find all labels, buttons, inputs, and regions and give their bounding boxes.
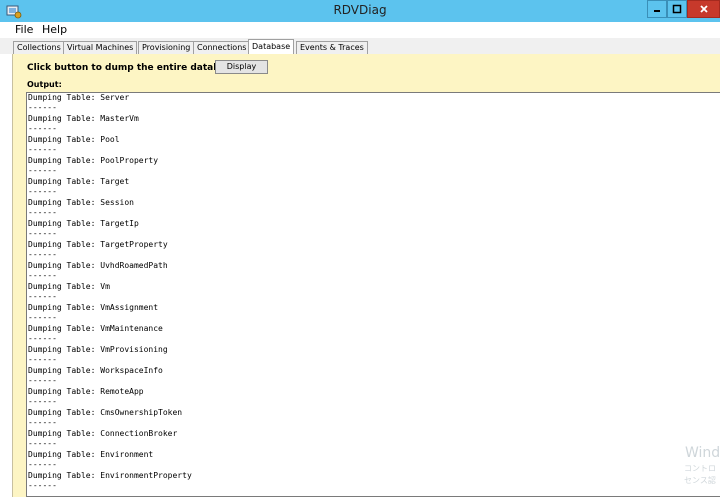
output-line: Dumping Table: Target — [28, 177, 130, 186]
tab-virtual-machines[interactable]: Virtual Machines — [63, 41, 138, 54]
activation-watermark-line: センス認 — [684, 476, 716, 485]
window-title: RDVDiag — [333, 3, 387, 17]
tab-collections[interactable]: Collections — [13, 41, 65, 54]
output-line: ------ — [28, 187, 57, 196]
output-line: Dumping Table: WorkspaceInfo — [28, 366, 163, 375]
minimize-button[interactable] — [647, 0, 667, 18]
activation-watermark-line: コントロ — [684, 464, 716, 473]
close-icon — [699, 5, 708, 13]
menu-file[interactable]: File — [15, 23, 33, 36]
output-textbox[interactable]: Dumping Table: Server ------ Dumping Tab… — [26, 92, 720, 497]
output-line: ------ — [28, 292, 57, 301]
output-line: Dumping Table: UvhdRoamedPath — [28, 261, 168, 270]
activation-watermark-title: Wind — [685, 445, 720, 461]
menu-help[interactable]: Help — [42, 23, 67, 36]
output-line: Dumping Table: TargetProperty — [28, 240, 168, 249]
output-line: ------ — [28, 334, 57, 343]
tab-database[interactable]: Database — [248, 39, 295, 54]
dump-prompt: Click button to dump the entire database — [27, 63, 238, 73]
output-line: Dumping Table: ConnectionBroker — [28, 429, 178, 438]
maximize-button[interactable] — [667, 0, 687, 18]
output-line: ------ — [28, 124, 57, 133]
output-line: ------ — [28, 355, 57, 364]
output-line: ------ — [28, 418, 57, 427]
output-line: Dumping Table: Session — [28, 198, 134, 207]
close-button[interactable] — [687, 0, 720, 18]
output-line: Dumping Table: MasterVm — [28, 114, 139, 123]
output-line: Dumping Table: VmAssignment — [28, 303, 159, 312]
output-line: ------ — [28, 250, 57, 259]
output-line: Dumping Table: VmMaintenance — [28, 324, 163, 333]
output-line: Dumping Table: PoolProperty — [28, 156, 159, 165]
output-line: ------ — [28, 229, 57, 238]
minimize-icon — [654, 10, 660, 12]
output-line: Dumping Table: CmsOwnershipToken — [28, 408, 183, 417]
output-line: ------ — [28, 313, 57, 322]
title-bar: RDVDiag — [0, 0, 720, 22]
output-line: ------ — [28, 460, 57, 469]
output-line: Dumping Table: Vm — [28, 282, 110, 291]
tab-connections[interactable]: Connections — [193, 41, 251, 54]
tab-provisioning[interactable]: Provisioning — [138, 41, 195, 54]
output-line: Dumping Table: Environment — [28, 450, 154, 459]
output-label: Output: — [27, 80, 62, 89]
output-line: ------ — [28, 397, 57, 406]
display-button[interactable]: Display — [215, 60, 268, 74]
output-line: ------ — [28, 481, 57, 490]
output-line: Dumping Table: EnvironmentProperty — [28, 471, 192, 480]
tab-events-traces[interactable]: Events & Traces — [296, 41, 368, 54]
output-line: ------ — [28, 439, 57, 448]
output-line: ------ — [28, 145, 57, 154]
database-panel: Click button to dump the entire database… — [12, 54, 720, 497]
menu-bar: File Help — [0, 22, 720, 38]
output-line: Dumping Table: Pool — [28, 135, 120, 144]
output-line: Dumping Table: VmProvisioning — [28, 345, 168, 354]
output-line: ------ — [28, 376, 57, 385]
output-line: Dumping Table: Server — [28, 93, 130, 102]
output-line: ------ — [28, 103, 57, 112]
tab-bar: Collections Virtual Machines Provisionin… — [0, 38, 720, 54]
output-line: Dumping Table: TargetIp — [28, 219, 139, 228]
output-line: ------ — [28, 166, 57, 175]
output-line: ------ — [28, 271, 57, 280]
output-line: Dumping Table: RemoteApp — [28, 387, 144, 396]
maximize-icon — [672, 4, 682, 14]
output-line: ------ — [28, 208, 57, 217]
